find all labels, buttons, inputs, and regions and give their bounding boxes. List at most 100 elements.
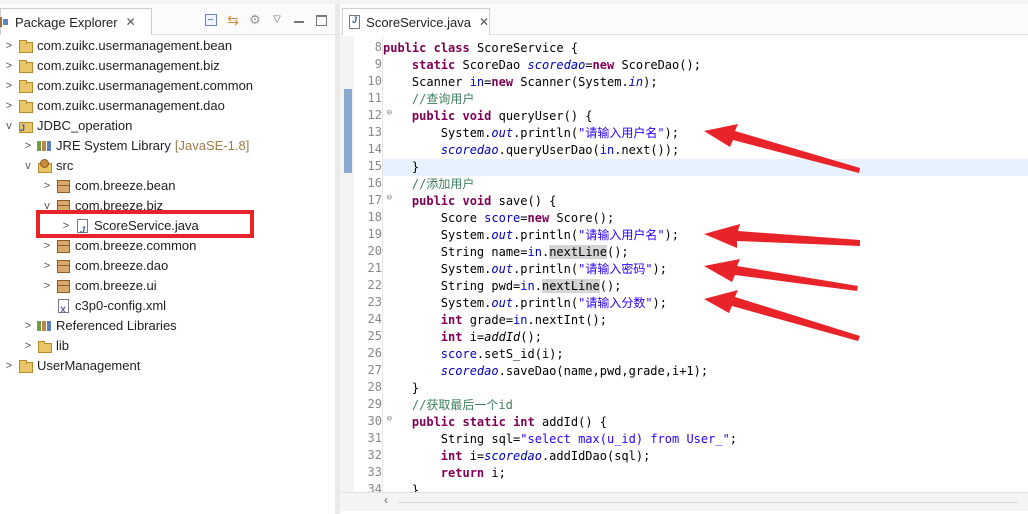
code-line[interactable]: public void save() { xyxy=(383,193,1028,210)
code-line[interactable]: int grade=in.nextInt(); xyxy=(383,312,1028,329)
package-explorer-tab[interactable]: Package Explorer ✕ xyxy=(0,8,152,35)
editor-tab-scoreservice[interactable]: ScoreService.java ✕ xyxy=(342,8,490,35)
tree-item[interactable]: > com.zuikc.usermanagement.dao xyxy=(2,96,225,116)
code-token: return xyxy=(440,466,492,480)
chevron-right-icon[interactable]: > xyxy=(21,336,35,356)
tree-item[interactable]: > com.zuikc.usermanagement.bean xyxy=(2,36,232,56)
close-icon[interactable]: ✕ xyxy=(479,15,489,29)
horizontal-scrollbar[interactable]: ‹ xyxy=(340,492,1028,511)
code-line[interactable]: return i; xyxy=(383,465,1028,482)
chevron-right-icon[interactable]: > xyxy=(2,56,16,76)
chevron-right-icon[interactable]: > xyxy=(40,176,54,196)
code-token: nextLine xyxy=(541,279,600,293)
code-line[interactable]: } xyxy=(383,159,1028,176)
chevron-right-icon[interactable]: > xyxy=(40,256,54,276)
tree-item[interactable]: > com.zuikc.usermanagement.common xyxy=(2,76,253,96)
code-token: System. xyxy=(383,228,492,242)
code-line-text: } xyxy=(383,381,419,395)
link-with-editor-icon[interactable]: ⇆ xyxy=(225,12,241,28)
code-line[interactable]: Score score=new Score(); xyxy=(383,210,1028,227)
chevron-right-icon[interactable]: > xyxy=(2,96,16,116)
tree-item[interactable]: > com.breeze.dao xyxy=(40,256,168,276)
code-line[interactable]: scoredao.saveDao(name,pwd,grade,i+1); xyxy=(383,363,1028,380)
tree-item[interactable]: > UserManagement xyxy=(2,356,140,376)
chevron-right-icon[interactable]: > xyxy=(40,276,54,296)
tree-item[interactable]: > com.breeze.bean xyxy=(40,176,175,196)
scroll-track[interactable] xyxy=(398,502,1018,503)
code-line[interactable]: System.out.println("请输入密码"); xyxy=(383,261,1028,278)
chevron-down-icon[interactable]: v xyxy=(21,156,35,176)
chevron-right-icon[interactable]: > xyxy=(2,356,16,376)
chevron-right-icon[interactable]: > xyxy=(21,316,35,336)
code-token: in xyxy=(527,245,542,259)
line-number: 29 xyxy=(367,397,382,411)
code-token: ); xyxy=(652,296,667,310)
project-icon xyxy=(18,59,33,73)
chevron-right-icon[interactable]: > xyxy=(2,36,16,56)
line-number: 30 xyxy=(367,414,382,428)
code-token: ); xyxy=(643,75,658,89)
chevron-down-icon[interactable]: v xyxy=(2,116,16,136)
code-line[interactable]: String pwd=in.nextLine(); xyxy=(383,278,1028,295)
code-line-text: public class ScoreService { xyxy=(383,41,578,55)
code-line[interactable]: System.out.println("请输入用户名"); xyxy=(383,227,1028,244)
tree-item[interactable]: > lib xyxy=(21,336,69,356)
code-area[interactable]: public class ScoreService { static Score… xyxy=(383,36,1028,492)
line-number: 17 xyxy=(367,193,382,207)
tree-item[interactable]: v src xyxy=(21,156,73,176)
code-line[interactable]: String sql="select max(u_id) from User_"… xyxy=(383,431,1028,448)
line-number: 27 xyxy=(367,363,382,377)
code-line[interactable]: String name=in.nextLine(); xyxy=(383,244,1028,261)
tree-item[interactable]: v JDBC_operation xyxy=(2,116,132,138)
code-line[interactable]: int i=scoredao.addIdDao(sql); xyxy=(383,448,1028,465)
tree-item[interactable]: > com.zuikc.usermanagement.biz xyxy=(2,56,220,76)
code-line[interactable]: Scanner in=new Scanner(System.in); xyxy=(383,74,1028,91)
code-line[interactable]: public void queryUser() { xyxy=(383,108,1028,125)
close-icon[interactable]: ✕ xyxy=(126,15,136,29)
code-line[interactable]: System.out.println("请输入用户名"); xyxy=(383,125,1028,142)
code-line[interactable]: int i=addId(); xyxy=(383,329,1028,346)
code-line[interactable]: //查询用户 xyxy=(383,91,1028,108)
code-token: //添加用户 xyxy=(411,177,475,191)
ruler-highlight xyxy=(344,89,352,173)
code-token: class xyxy=(433,41,477,55)
collapse-all-icon[interactable] xyxy=(203,12,219,28)
code-line-text: Score score=new Score(); xyxy=(383,211,614,225)
code-line-text: static ScoreDao scoredao=new ScoreDao(); xyxy=(383,58,701,72)
tree-item[interactable]: > Referenced Libraries xyxy=(21,316,177,336)
code-token: in xyxy=(628,75,644,89)
code-line[interactable]: score.setS_id(i); xyxy=(383,346,1028,363)
chevron-right-icon[interactable]: > xyxy=(40,236,54,256)
code-line[interactable]: public static int addId() { xyxy=(383,414,1028,431)
view-menu-icon[interactable]: ▽ xyxy=(269,12,285,28)
minimize-icon[interactable] xyxy=(291,12,307,28)
line-number: 24 xyxy=(367,312,382,326)
code-line[interactable]: } xyxy=(383,380,1028,397)
code-line[interactable]: System.out.println("请输入分数"); xyxy=(383,295,1028,312)
code-line[interactable]: //获取最后一个id xyxy=(383,397,1028,414)
code-line[interactable]: //添加用户 xyxy=(383,176,1028,193)
chevron-right-icon[interactable]: > xyxy=(21,136,35,156)
tree-item[interactable]: > com.breeze.common xyxy=(40,236,196,256)
chevron-right-icon[interactable]: > xyxy=(2,76,16,96)
tree-item[interactable]: > com.breeze.ui xyxy=(40,276,157,296)
code-line[interactable]: } xyxy=(383,482,1028,492)
tree-item[interactable]: c3p0-config.xml xyxy=(40,296,166,320)
code-token: System. xyxy=(383,126,492,140)
code-line-text: int i=addId(); xyxy=(383,330,542,344)
code-line[interactable]: public class ScoreService { xyxy=(383,40,1028,57)
code-line[interactable]: static ScoreDao scoredao=new ScoreDao(); xyxy=(383,57,1028,74)
code-token: out xyxy=(491,262,514,276)
scroll-left-icon[interactable]: ‹ xyxy=(384,493,388,507)
maximize-icon[interactable] xyxy=(313,12,329,28)
code-token: i= xyxy=(469,330,485,344)
filters-icon[interactable]: ⚙ xyxy=(247,12,263,28)
project-icon xyxy=(18,39,33,53)
tree-item[interactable]: > JRE System Library [JavaSE-1.8] xyxy=(21,136,250,156)
code-token: Scanner(System. xyxy=(520,75,629,89)
code-line[interactable]: scoredao.queryUserDao(in.next()); xyxy=(383,142,1028,159)
package-explorer-icon xyxy=(0,16,9,28)
